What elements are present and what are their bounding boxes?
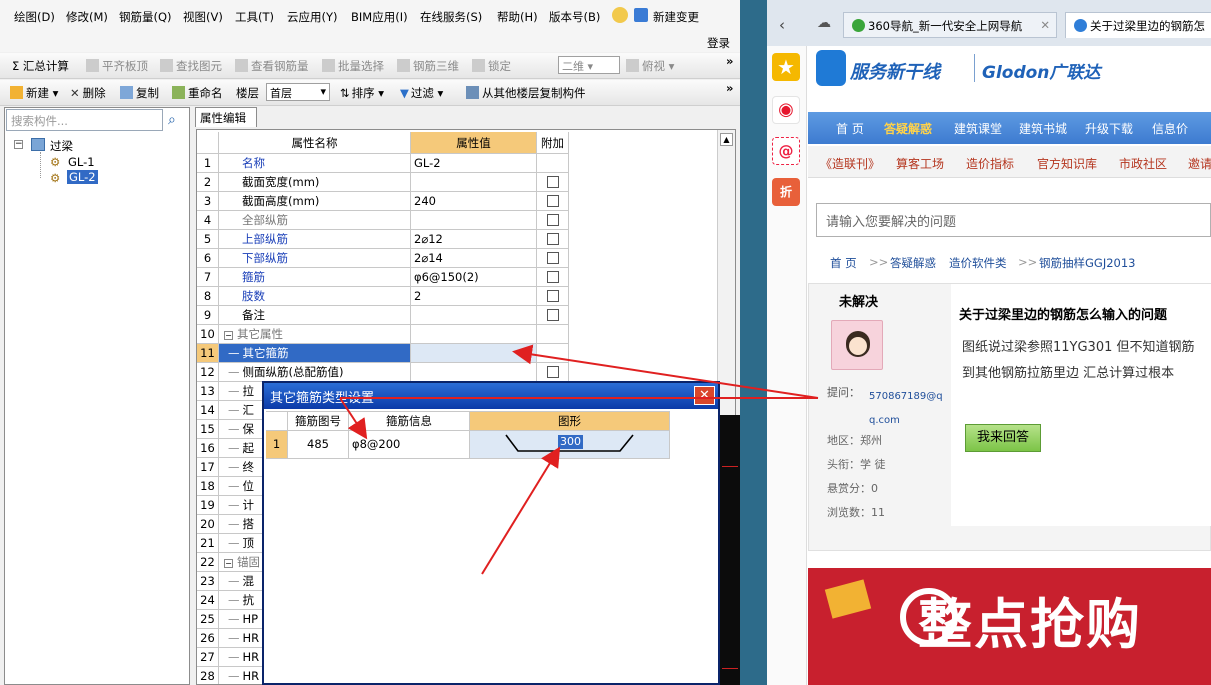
- arrow-to-shape: [481, 446, 561, 575]
- arrow-to-stirrup-info: [339, 397, 368, 440]
- annotation-overlay: [339, 344, 819, 575]
- arrow-to-other-stirrup: [512, 344, 819, 399]
